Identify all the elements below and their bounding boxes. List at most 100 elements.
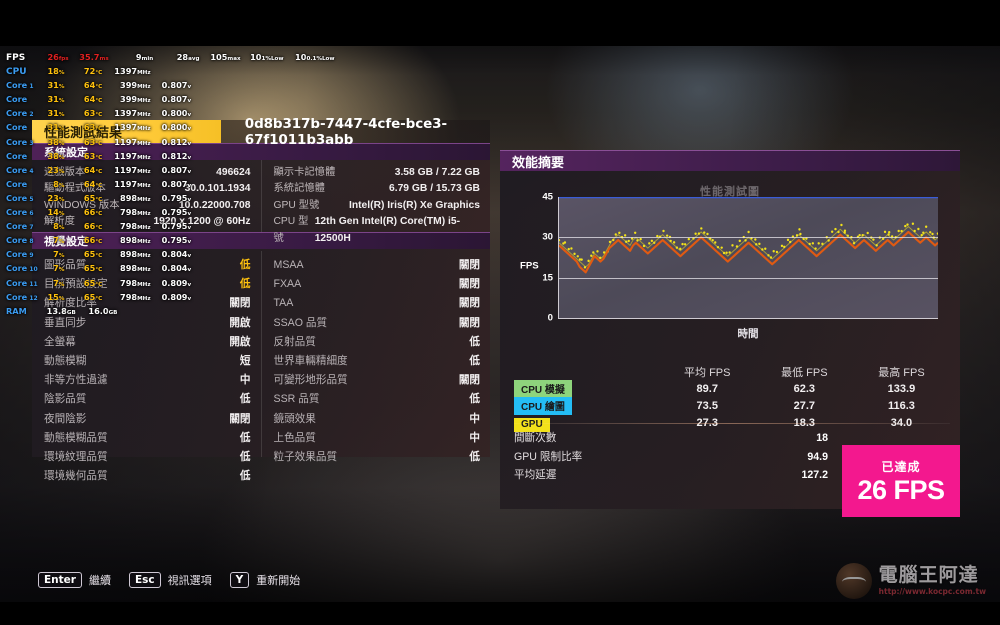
hwinfo-core-temp: 63 [83, 108, 96, 119]
hwinfo-core-row: Core 5 23% 65°C 898MHz 0.795v [6, 191, 335, 205]
visual-setting-row: 粒子效果品質 低 [274, 448, 481, 467]
visual-setting-row: 陰影品質 低 [44, 390, 251, 409]
visual-setting-row: 世界車輛精細度 低 [274, 352, 481, 371]
hwinfo-core-load: 23 [47, 164, 59, 175]
hwinfo-fps-1low-unit: 1%Low [261, 56, 284, 62]
hwinfo-core-load: 7 [53, 277, 59, 288]
chart-scatter-point [814, 247, 817, 250]
watermark-title: 電腦王阿達 [878, 565, 979, 587]
hwinfo-core-temp: 64 [83, 178, 96, 189]
chart-scatter-point [837, 230, 840, 234]
hwinfo-core-load: 31 [47, 122, 59, 133]
chart-scatter-point [694, 232, 697, 236]
score-value: 26 FPS [857, 474, 945, 505]
hwinfo-core-load: 7 [53, 263, 59, 274]
visual-setting-row-key: 環境紋理品質 [44, 451, 108, 464]
key-hint-label: 視訊選項 [167, 575, 212, 587]
chart-scatter-point [679, 247, 682, 251]
chart-scatter-point [700, 227, 703, 230]
key-hint[interactable]: Y 重新開始 [229, 572, 300, 588]
watermark-avatar-icon [835, 563, 872, 599]
performance-chart: 性能測試圖 FPS 0 15 30 45 時間 [514, 181, 946, 351]
chart-scatter-point [754, 238, 757, 241]
chart-scatter-point [875, 244, 878, 247]
chart-scatter-point [920, 233, 923, 237]
hwinfo-core-volt: 0.807 [161, 164, 188, 175]
hwinfo-core-row: Core 8% 64°C 1197MHz 0.807v [6, 177, 335, 191]
key-hint[interactable]: Enter 繼續 [38, 572, 111, 588]
key-hint[interactable]: Esc 視訊選項 [128, 572, 212, 588]
chart-scatter-point [786, 238, 790, 242]
chart-scatter-point [720, 246, 723, 249]
chart-scatter-point [633, 231, 637, 235]
chart-gridline [559, 277, 938, 279]
chart-scatter-point [888, 230, 891, 234]
visual-setting-row: 夜間陰影 關閉 [44, 410, 251, 429]
hwinfo-core-list: Core 1 31% 64°C 399MHz 0.807v Core 31% 6… [6, 78, 335, 304]
chart-scatter-point [843, 229, 847, 232]
hwinfo-core-index: 8 [27, 238, 34, 246]
hwinfo-core-load: 38 [47, 150, 59, 161]
hwinfo-fps-value: 26 [47, 52, 59, 62]
key-hint-key[interactable]: Y [229, 572, 250, 588]
visual-setting-row-value: 低 [239, 393, 251, 406]
chart-scatter-point [780, 244, 784, 248]
chart-scatter-point [592, 251, 595, 254]
hwinfo-core-temp: 64 [83, 164, 96, 175]
visual-setting-row-value: 低 [239, 431, 251, 444]
visual-setting-row: 全螢幕 開啟 [44, 333, 251, 352]
visual-setting-row: 環境幾何品質 低 [44, 467, 251, 486]
hwinfo-core-load: 7 [53, 249, 59, 260]
key-hint-key[interactable]: Esc [128, 572, 161, 588]
hwinfo-cpu-temp-unit: °C [95, 70, 103, 77]
hwinfo-core-index: 11 [27, 280, 38, 288]
summary-kpi-value: 127.2 [801, 469, 828, 481]
hwinfo-core-temp: 63 [83, 136, 96, 147]
chart-scatter-point [936, 232, 940, 235]
key-hint-key[interactable]: Enter [38, 572, 82, 588]
fps-stats-row: CPU 模擬 89.7 62.3 133.9 [514, 379, 950, 398]
chart-scatter-point [904, 224, 907, 228]
hwinfo-core-temp: 65 [83, 263, 96, 274]
chart-scatter-point [614, 233, 617, 236]
visual-setting-row-value: 低 [239, 470, 251, 483]
visual-setting-row-value: 低 [239, 451, 251, 464]
chart-scatter-point [583, 266, 587, 269]
chart-scatter-point [725, 251, 728, 254]
chart-scatter-point [911, 222, 915, 226]
fps-stats-row-avg: 73.5 [696, 399, 718, 412]
letterbox-top [0, 0, 1000, 46]
chart-scatter-point [866, 231, 869, 235]
chart-series-svg [557, 195, 940, 274]
chart-scatter-point [627, 239, 630, 243]
visual-setting-row-value: 低 [469, 335, 480, 348]
chart-scatter-point [852, 241, 856, 245]
summary-kpi-value: 94.9 [807, 450, 828, 463]
hwinfo-ram-total: 16.0 [88, 305, 109, 316]
score-achieved-label: 已達成 [881, 459, 921, 474]
chart-scatter-point [722, 251, 726, 255]
hwinfo-core-volt: 0.809 [161, 291, 188, 302]
hwinfo-core-row: Core 12 15% 65°C 798MHz 0.809v [6, 290, 335, 304]
visual-setting-row: 動態模糊 短 [44, 352, 251, 371]
hwinfo-fps-unit: fps [58, 56, 69, 62]
visual-setting-row-key: 粒子效果品質 [273, 451, 338, 464]
visual-setting-row-value: 關閉 [458, 374, 480, 387]
hwinfo-core-load: 31 [47, 80, 59, 91]
chart-scatter-point [648, 242, 651, 245]
chart-scatter-point [795, 234, 799, 237]
hwinfo-cpu-row: CPU 18% 72°C 1397MHz [6, 64, 335, 78]
summary-divider [514, 423, 950, 424]
visual-setting-row-key: 上色品質 [273, 431, 316, 444]
score-badge: 已達成 26 FPS [842, 445, 960, 517]
chart-scatter-point [887, 233, 890, 236]
hwinfo-core-volt: 0.807 [161, 178, 188, 189]
chart-scatter-point [772, 250, 775, 253]
chart-scatter-point [883, 230, 887, 234]
hwinfo-core-clock: 1197 [114, 136, 138, 147]
summary-kpi-value: 18 [816, 432, 828, 444]
hwinfo-ram-row: RAM 13.8GB 16.0GB [6, 304, 335, 318]
chart-scatter-point [897, 229, 900, 233]
chart-scatter-point [769, 256, 773, 259]
chart-y-tick: 15 [542, 272, 553, 284]
